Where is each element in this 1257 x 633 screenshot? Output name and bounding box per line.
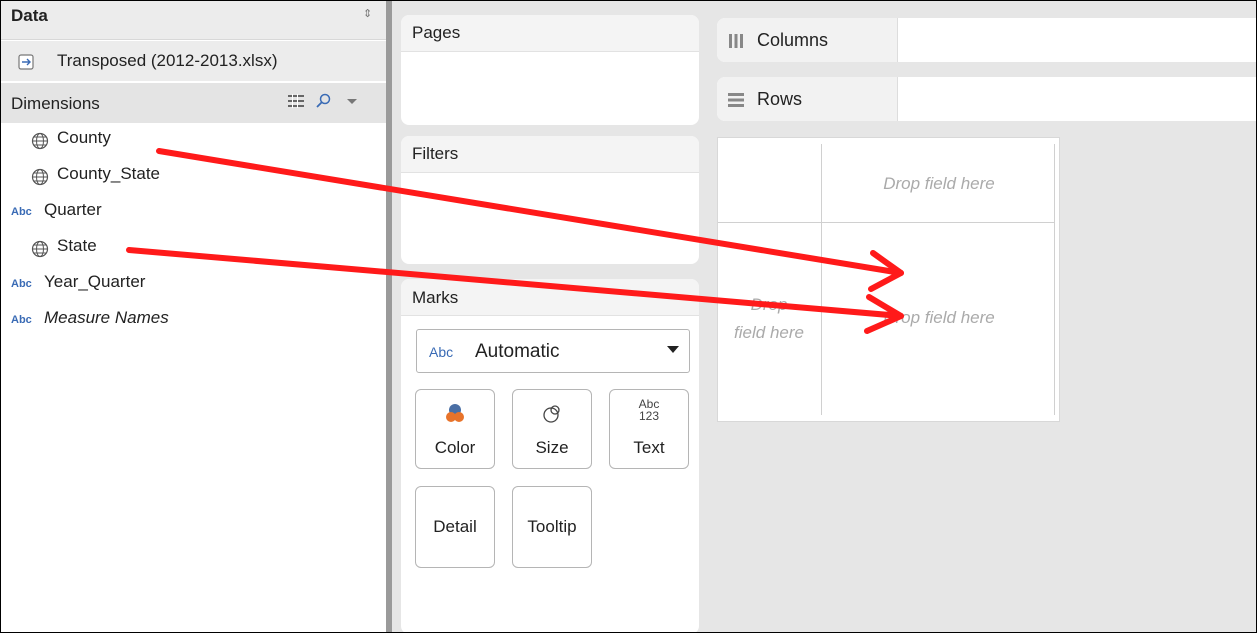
list-view-icon[interactable]: [287, 93, 305, 109]
tooltip-label: Tooltip: [527, 517, 577, 536]
pages-title: Pages: [412, 23, 461, 42]
sort-arrows-icon[interactable]: ⇕: [363, 7, 372, 20]
tooltip-button[interactable]: Tooltip: [512, 486, 592, 568]
string-type-icon: Abc: [11, 278, 32, 290]
columns-label: Columns: [757, 30, 829, 50]
globe-icon: [31, 132, 49, 150]
detail-button[interactable]: Detail: [415, 486, 495, 568]
string-type-icon: Abc: [11, 206, 32, 218]
data-pane-title: Data: [11, 6, 48, 25]
color-button[interactable]: Color: [415, 389, 495, 469]
rows-icon: [728, 93, 744, 107]
field-county-state[interactable]: County_State: [1, 164, 381, 194]
rows-shelf[interactable]: Rows: [717, 77, 1256, 121]
text-icon-bottom: 123: [638, 409, 660, 423]
size-icon: [543, 405, 560, 423]
mark-type-value: Automatic: [475, 341, 560, 362]
color-label: Color: [434, 438, 476, 457]
data-pane-header: Data ⇕: [1, 1, 386, 40]
data-pane: Data ⇕ Transposed (2012-2013.xlsx) Dimen…: [1, 1, 386, 632]
field-county[interactable]: County: [1, 128, 381, 158]
drop-zone-rows-line1[interactable]: Drop: [717, 295, 821, 315]
chevron-down-icon: [667, 346, 679, 353]
detail-label: Detail: [433, 517, 477, 536]
text-icon: Abc 123: [610, 398, 688, 422]
grid-horizontal-line: [718, 222, 1054, 223]
size-label: Size: [535, 438, 569, 457]
columns-shelf-tab: Columns: [717, 18, 898, 62]
drop-zone-columns[interactable]: Drop field here: [821, 174, 1057, 194]
drop-zone-rows-line2[interactable]: field here: [717, 323, 821, 343]
field-label: Quarter: [44, 200, 102, 219]
field-label: County_State: [57, 164, 161, 183]
string-type-icon: Abc: [429, 344, 454, 360]
filters-title: Filters: [412, 144, 459, 163]
text-button[interactable]: Abc 123 Text: [609, 389, 689, 469]
drop-zone-center[interactable]: Drop field here: [821, 308, 1057, 328]
dimensions-tools: [287, 93, 361, 109]
columns-icon: [729, 34, 743, 48]
field-label: Year_Quarter: [44, 272, 146, 291]
field-state[interactable]: State: [1, 236, 381, 266]
dimensions-label: Dimensions: [11, 94, 100, 113]
field-quarter[interactable]: Abc Quarter: [1, 200, 381, 230]
field-measure-names[interactable]: Abc Measure Names: [1, 308, 381, 338]
data-source-icon: [18, 54, 34, 70]
size-button[interactable]: Size: [512, 389, 592, 469]
globe-icon: [31, 168, 49, 186]
string-type-icon: Abc: [11, 314, 32, 326]
rows-shelf-tab: Rows: [717, 77, 898, 121]
color-icon: [446, 404, 464, 422]
text-label: Text: [633, 438, 665, 457]
globe-icon: [31, 240, 49, 258]
marks-title: Marks: [412, 288, 459, 307]
field-label: County: [57, 128, 111, 147]
data-source-label[interactable]: Transposed (2012-2013.xlsx): [57, 51, 278, 71]
field-label: State: [57, 236, 97, 255]
mark-type-dropdown[interactable]: Abc Automatic: [416, 329, 690, 373]
search-icon[interactable]: [315, 93, 333, 109]
columns-shelf[interactable]: Columns: [717, 18, 1256, 62]
tableau-window: Data ⇕ Transposed (2012-2013.xlsx) Dimen…: [0, 0, 1257, 633]
field-label: Measure Names: [44, 308, 169, 327]
field-year-quarter[interactable]: Abc Year_Quarter: [1, 272, 381, 302]
chevron-down-icon[interactable]: [343, 93, 361, 109]
rows-label: Rows: [757, 89, 803, 109]
